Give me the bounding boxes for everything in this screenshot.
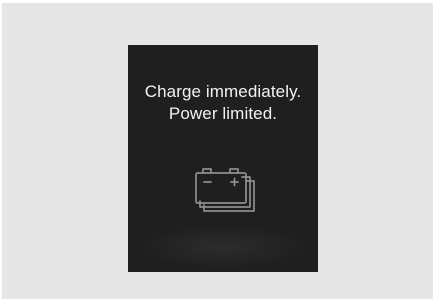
warning-screen: Charge immediately. Power limited. [128, 45, 318, 272]
figure-frame: Charge immediately. Power limited. [2, 3, 433, 299]
warning-message-line-1: Charge immediately. [144, 82, 302, 101]
warning-message: Charge immediately. Power limited. [128, 81, 318, 125]
battery-stack-icon [195, 168, 255, 212]
warning-message-line-2: Power limited. [168, 104, 278, 123]
